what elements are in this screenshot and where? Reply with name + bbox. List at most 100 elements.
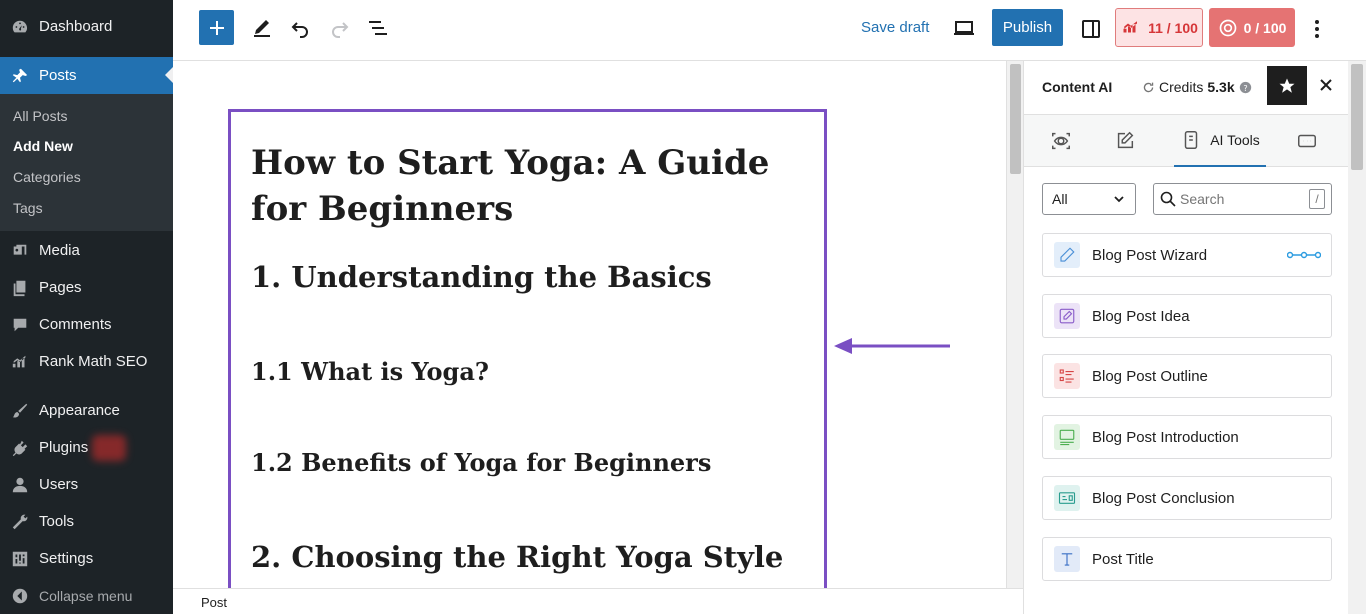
submenu-all-posts[interactable]: All Posts	[13, 108, 67, 124]
sidebar-item-plugins[interactable]: Plugins	[0, 429, 173, 466]
content-ai-panel: Content AI Credits 5.3k ? AI Tools All S…	[1023, 61, 1349, 614]
editor-canvas[interactable]: How to Start Yoga: A Guide for Beginners…	[173, 61, 1006, 594]
media-icon	[11, 242, 29, 260]
refresh-icon[interactable]	[1142, 81, 1155, 94]
sidebar-item-comments[interactable]: Comments	[0, 306, 173, 343]
admin-sidebar: Dashboard Posts All Posts Add New Catego…	[0, 0, 173, 614]
heading-block[interactable]: 2. Choosing the Right Yoga Style	[251, 540, 783, 574]
posts-submenu: All Posts Add New Categories Tags	[0, 94, 173, 231]
save-draft-button[interactable]: Save draft	[861, 19, 929, 36]
tool-blog-post-outline[interactable]: Blog Post Outline	[1042, 354, 1332, 398]
undo-button[interactable]	[287, 15, 313, 41]
undo-icon	[291, 22, 308, 38]
wrench-icon	[11, 513, 29, 531]
panel-scrollbar[interactable]	[1348, 61, 1366, 614]
tool-post-title[interactable]: Post Title	[1042, 537, 1332, 581]
panel-title: Content AI	[1042, 79, 1113, 95]
tool-search: /	[1153, 183, 1332, 215]
sidebar-item-label: Plugins	[39, 439, 89, 456]
collapse-menu-label: Collapse menu	[39, 587, 133, 604]
redo-button[interactable]	[327, 15, 353, 41]
search-icon	[1160, 191, 1176, 207]
sidebar-item-label: Comments	[39, 316, 112, 333]
submenu-tags[interactable]: Tags	[13, 200, 43, 216]
publish-button[interactable]: Publish	[992, 9, 1063, 46]
collapse-menu-button[interactable]: Collapse menu	[0, 577, 173, 614]
breadcrumb-post[interactable]: Post	[201, 595, 227, 610]
credits-display: Credits 5.3k ?	[1142, 79, 1252, 95]
tool-blog-post-wizard[interactable]: Blog Post Wizard	[1042, 233, 1332, 277]
post-title[interactable]: How to Start Yoga: A Guide for Beginners	[251, 140, 811, 232]
rank-math-logo-icon	[1123, 20, 1138, 32]
sidebar-item-rank-math[interactable]: Rank Math SEO	[0, 343, 173, 380]
sidebar-icon	[1082, 20, 1100, 38]
preview-button[interactable]	[949, 15, 979, 41]
search-input[interactable]	[1180, 191, 1300, 207]
content-ai-score[interactable]: 0 / 100	[1209, 8, 1295, 47]
submenu-categories[interactable]: Categories	[13, 169, 81, 185]
chevron-down-icon	[1114, 196, 1124, 203]
sidebar-item-dashboard[interactable]: Dashboard	[0, 8, 173, 45]
sidebar-item-label: Media	[39, 242, 80, 259]
tab-write[interactable]	[1108, 115, 1142, 167]
document-overview-button[interactable]	[365, 15, 391, 41]
block-breadcrumb: Post	[173, 588, 1023, 614]
tool-label: Blog Post Idea	[1092, 307, 1190, 325]
filter-value: All	[1052, 191, 1068, 207]
tab-label: AI Tools	[1210, 132, 1260, 148]
sidebar-item-label: Rank Math SEO	[39, 353, 148, 370]
close-panel-button[interactable]	[1316, 73, 1336, 97]
favorite-button[interactable]	[1267, 66, 1307, 105]
title-icon	[1054, 546, 1080, 572]
sidebar-item-users[interactable]: Users	[0, 466, 173, 503]
help-icon[interactable]: ?	[1239, 81, 1252, 94]
desktop-icon	[954, 21, 974, 35]
update-count-badge	[92, 434, 127, 461]
more-vertical-icon	[1315, 20, 1319, 38]
sidebar-item-pages[interactable]: Pages	[0, 269, 173, 306]
heading-block[interactable]: 1.1 What is Yoga?	[251, 357, 489, 386]
tool-blog-post-idea[interactable]: Blog Post Idea	[1042, 294, 1332, 338]
heading-block[interactable]: 1.2 Benefits of Yoga for Beginners	[251, 448, 711, 477]
eye-scan-icon	[1052, 132, 1070, 150]
ai-tools-icon	[1184, 131, 1198, 149]
sidebar-item-label: Pages	[39, 279, 82, 296]
sidebar-item-media[interactable]: Media	[0, 232, 173, 269]
pin-icon	[11, 67, 29, 85]
rank-math-seo-score[interactable]: 11 / 100	[1115, 8, 1203, 47]
steps-icon	[1287, 251, 1321, 259]
pencil-icon	[254, 20, 270, 37]
heading-block[interactable]: 1. Understanding the Basics	[251, 260, 712, 294]
dashboard-icon	[11, 18, 29, 36]
settings-icon	[11, 550, 29, 568]
options-menu-button[interactable]	[1305, 15, 1329, 43]
tool-label: Blog Post Introduction	[1092, 428, 1239, 446]
collapse-icon	[11, 587, 29, 605]
star-icon	[1279, 78, 1295, 93]
plugin-icon	[11, 439, 29, 457]
tab-research[interactable]	[1044, 115, 1078, 167]
credits-value: 5.3k	[1207, 79, 1235, 95]
tab-chat[interactable]	[1290, 115, 1324, 167]
submenu-add-new[interactable]: Add New	[13, 138, 73, 154]
tab-ai-tools[interactable]: AI Tools	[1174, 115, 1266, 167]
sidebar-item-appearance[interactable]: Appearance	[0, 392, 173, 429]
block-inserter-button[interactable]	[199, 10, 234, 45]
settings-toggle-button[interactable]	[1077, 15, 1105, 43]
tool-blog-post-conclusion[interactable]: Blog Post Conclusion	[1042, 476, 1332, 520]
sidebar-item-label: Users	[39, 476, 79, 493]
conclusion-icon	[1054, 485, 1080, 511]
sidebar-item-posts[interactable]: Posts	[0, 57, 173, 94]
sidebar-item-label: Posts	[39, 67, 77, 84]
sidebar-item-label: Tools	[39, 513, 75, 530]
sidebar-item-settings[interactable]: Settings	[0, 540, 173, 577]
tool-blog-post-introduction[interactable]: Blog Post Introduction	[1042, 415, 1332, 459]
credits-label: Credits	[1159, 79, 1204, 95]
seo-score-value: 11 / 100	[1148, 19, 1198, 36]
sidebar-item-tools[interactable]: Tools	[0, 503, 173, 540]
sidebar-item-label: Dashboard	[39, 18, 113, 35]
tool-label: Blog Post Wizard	[1092, 246, 1208, 264]
tools-pencil-button[interactable]	[249, 15, 275, 41]
category-filter-select[interactable]: All	[1042, 183, 1136, 215]
canvas-scrollbar[interactable]	[1006, 61, 1023, 588]
